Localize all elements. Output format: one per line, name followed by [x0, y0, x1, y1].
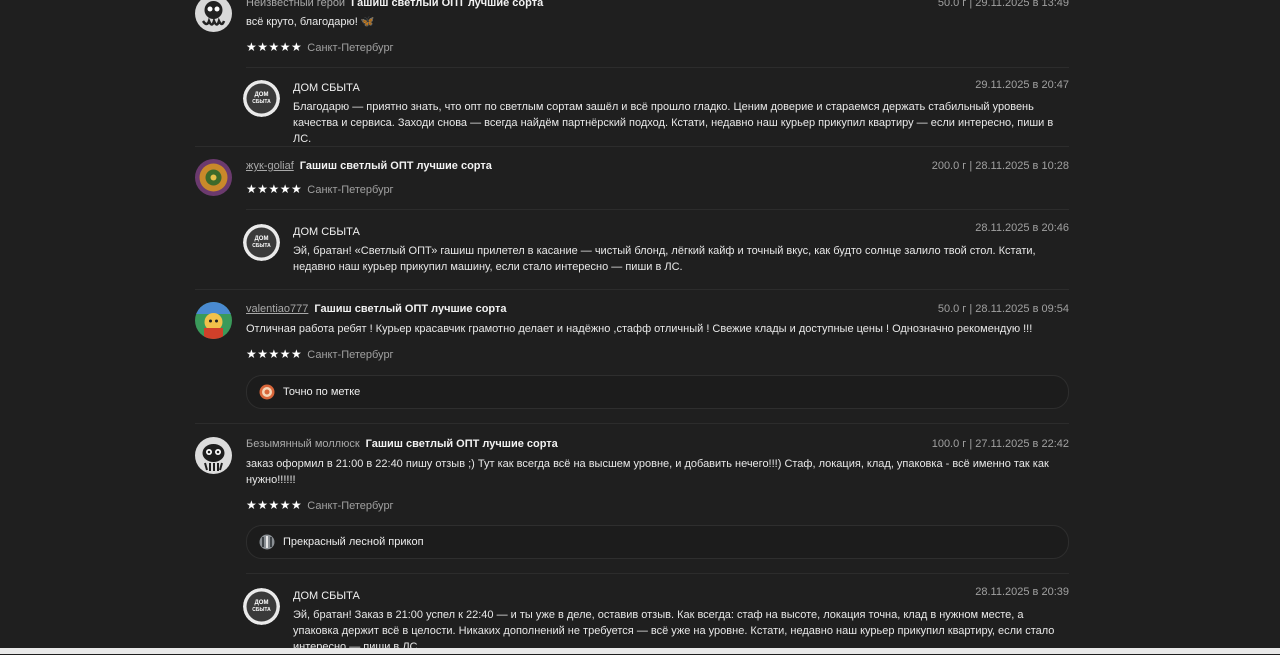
svg-text:СБЫТА: СБЫТА	[252, 243, 271, 249]
review-divider	[195, 146, 1069, 147]
shop-reply: ДОМ СБЫТА ДОМ СБЫТА 28.11.2025 в 20:39 Э…	[243, 584, 1069, 654]
reply-date: 28.11.2025 в 20:46	[975, 222, 1069, 234]
svg-text:СБЫТА: СБЫТА	[252, 99, 271, 105]
rating: ★★★★★ Санкт-Петербург	[246, 182, 394, 196]
shop-name: ДОМ СБЫТА	[293, 82, 360, 94]
review-divider	[195, 423, 1069, 424]
review-product[interactable]: Гашиш светлый ОПТ лучшие сорта	[351, 0, 543, 9]
reply-date: 29.11.2025 в 20:47	[975, 79, 1069, 91]
svg-text:ДОМ: ДОМ	[255, 600, 269, 606]
user-avatar[interactable]	[195, 0, 232, 32]
user-avatar[interactable]	[195, 302, 232, 339]
forest-icon	[259, 534, 275, 550]
rating-stars: ★★★★★	[246, 498, 303, 512]
review-city: Санкт-Петербург	[307, 349, 394, 361]
review-meta: 50.0 г | 28.11.2025 в 09:54	[937, 303, 1069, 315]
divider	[246, 573, 1069, 574]
review-meta: 200.0 г | 28.11.2025 в 10:28	[931, 160, 1069, 172]
review-divider	[195, 289, 1069, 290]
review-text: Отличная работа ребят ! Курьер красавчик…	[246, 323, 1033, 335]
shop-name: ДОМ СБЫТА	[293, 226, 360, 238]
bottom-scroll-edge	[0, 648, 1280, 654]
sun-avatar-icon	[195, 159, 232, 196]
rating: ★★★★★ Санкт-Петербург	[246, 498, 394, 512]
rating: ★★★★★ Санкт-Петербург	[246, 40, 394, 54]
octopus-avatar-icon	[195, 0, 232, 32]
rating: ★★★★★ Санкт-Петербург	[246, 347, 394, 361]
svg-text:ДОМ: ДОМ	[255, 236, 269, 242]
shop-logo-icon: ДОМ СБЫТА	[243, 588, 280, 625]
rating-stars: ★★★★★	[246, 347, 303, 361]
shop-reply: ДОМ СБЫТА ДОМ СБЫТА 29.11.2025 в 20:47 Б…	[243, 76, 1069, 145]
review-tag: Прекрасный лесной прикоп	[246, 525, 1069, 559]
tag-label: Точно по метке	[283, 386, 361, 398]
review-text: всё круто, благодарю! 🦋	[246, 16, 375, 28]
shop-avatar[interactable]: ДОМ СБЫТА	[243, 80, 280, 117]
review-product[interactable]: Гашиш светлый ОПТ лучшие сорта	[366, 438, 558, 450]
shop-avatar[interactable]: ДОМ СБЫТА	[243, 224, 280, 261]
reply-text: Эй, братан! «Светлый ОПТ» гашиш прилетел…	[293, 245, 1036, 273]
review-product[interactable]: Гашиш светлый ОПТ лучшие сорта	[300, 160, 492, 172]
shop-avatar[interactable]: ДОМ СБЫТА	[243, 588, 280, 625]
shop-name: ДОМ СБЫТА	[293, 590, 360, 602]
review-city: Санкт-Петербург	[307, 42, 394, 54]
review-username[interactable]: Неизвестный герой	[246, 0, 345, 9]
rating-stars: ★★★★★	[246, 182, 303, 196]
review-tag: Точно по метке	[246, 375, 1069, 409]
divider	[246, 209, 1069, 210]
shop-logo-icon: ДОМ СБЫТА	[243, 224, 280, 261]
user-avatar[interactable]	[195, 437, 232, 474]
divider	[246, 67, 1069, 68]
review-meta: 50.0 г | 29.11.2025 в 13:49	[937, 0, 1069, 9]
reply-date: 28.11.2025 в 20:39	[975, 586, 1069, 598]
review-city: Санкт-Петербург	[307, 184, 394, 196]
user-avatar[interactable]	[195, 159, 232, 196]
mollusk-avatar-icon	[195, 437, 232, 474]
reply-text: Благодарю — приятно знать, что опт по св…	[293, 101, 1054, 145]
review-product[interactable]: Гашиш светлый ОПТ лучшие сорта	[314, 303, 506, 315]
review-text: заказ оформил в 21:00 в 22:40 пишу отзыв…	[246, 458, 1049, 486]
review-username[interactable]: Безымянный моллюск	[246, 438, 360, 450]
svg-text:ДОМ: ДОМ	[255, 92, 269, 98]
review-username[interactable]: жук-goliaf	[246, 160, 294, 172]
cartoon-avatar-icon	[195, 302, 232, 339]
shop-reply: ДОМ СБЫТА ДОМ СБЫТА 28.11.2025 в 20:46 Э…	[243, 220, 1069, 280]
review-username[interactable]: valentiao777	[246, 303, 308, 315]
target-icon	[259, 384, 275, 400]
rating-stars: ★★★★★	[246, 40, 303, 54]
tag-label: Прекрасный лесной прикоп	[283, 536, 424, 548]
review-city: Санкт-Петербург	[307, 500, 394, 512]
review-meta: 100.0 г | 27.11.2025 в 22:42	[931, 438, 1069, 450]
shop-logo-icon: ДОМ СБЫТА	[243, 80, 280, 117]
svg-text:СБЫТА: СБЫТА	[252, 607, 271, 613]
